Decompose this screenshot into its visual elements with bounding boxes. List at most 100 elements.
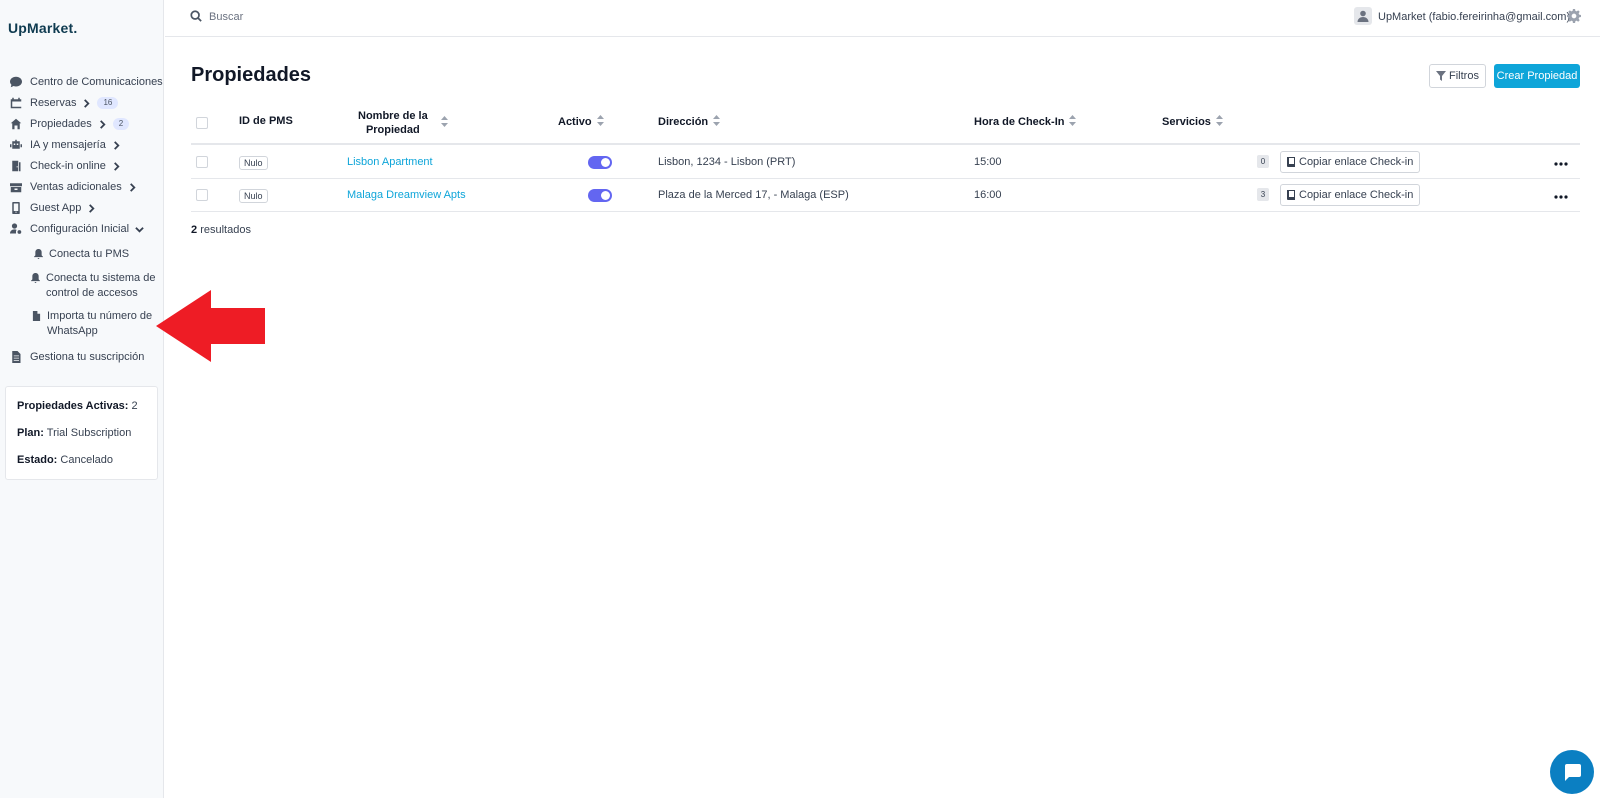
filter-icon bbox=[1436, 71, 1447, 81]
document-icon bbox=[9, 350, 23, 364]
column-header-label: Propiedad bbox=[365, 124, 420, 136]
sidebar-subitem-label: Conecta tu PMS bbox=[49, 248, 130, 260]
property-name-link[interactable]: Lisbon Apartment bbox=[347, 156, 433, 168]
sidebar-item-config[interactable]: Configuración Inicial bbox=[0, 220, 144, 238]
count-badge: 2 bbox=[112, 118, 130, 130]
more-options-icon[interactable] bbox=[1554, 190, 1568, 202]
row-divider bbox=[191, 211, 1580, 212]
sidebar-item-ia[interactable]: IA y mensajería bbox=[0, 136, 121, 154]
copy-checkin-link-button[interactable]: Copiar enlace Check-in bbox=[1280, 151, 1421, 173]
address-cell: Lisbon, 1234 - Lisbon (PRT) bbox=[658, 156, 796, 168]
sidebar-item-label: Centro de Comunicaciones bbox=[30, 76, 163, 88]
sidebar-subitem-label: WhatsApp bbox=[47, 325, 98, 337]
sidebar-subitem-pms[interactable]: Conecta tu PMS bbox=[34, 247, 129, 264]
sidebar-subitem-label: Importa tu número de bbox=[47, 310, 153, 322]
column-header-label: Nombre de la bbox=[358, 110, 428, 122]
chevron-right-icon bbox=[87, 203, 96, 213]
column-header-services[interactable]: Servicios bbox=[1162, 115, 1223, 129]
chevron-down-icon bbox=[135, 225, 144, 234]
book-icon bbox=[1287, 190, 1295, 200]
sidebar-item-label: Ventas adicionales bbox=[30, 181, 122, 193]
copy-checkin-link-label: Copiar enlace Check-in bbox=[1299, 156, 1414, 168]
results-label: resultados bbox=[200, 224, 251, 236]
more-options-icon[interactable] bbox=[1554, 157, 1568, 169]
count-badge: 16 bbox=[97, 97, 119, 109]
active-properties-stat: Propiedades Activas: 2 bbox=[17, 400, 138, 412]
sidebar-item-label: Guest App bbox=[30, 202, 82, 214]
bell-icon bbox=[34, 247, 44, 264]
chevron-right-icon bbox=[82, 98, 91, 108]
services-count: 0 bbox=[1257, 155, 1269, 168]
sidebar-item-communications[interactable]: Centro de Comunicaciones bbox=[0, 73, 163, 91]
pms-id-badge: Nulo bbox=[239, 189, 268, 203]
sidebar-item-ventas[interactable]: Ventas adicionales bbox=[0, 178, 137, 196]
search-icon bbox=[190, 10, 202, 25]
copy-checkin-link-label: Copiar enlace Check-in bbox=[1299, 189, 1414, 201]
mobile-icon bbox=[9, 201, 23, 215]
sidebar-item-subscription[interactable]: Gestiona tu suscripción bbox=[0, 348, 144, 366]
sidebar-item-label: Check-in online bbox=[30, 160, 106, 172]
column-header-address[interactable]: Dirección bbox=[658, 115, 721, 129]
sidebar-item-label: IA y mensajería bbox=[30, 139, 106, 151]
sort-icon bbox=[1211, 115, 1223, 129]
bell-icon bbox=[31, 271, 41, 301]
column-header-label: Dirección bbox=[658, 116, 709, 128]
robot-icon bbox=[9, 138, 23, 152]
status-stat: Estado: Cancelado bbox=[17, 454, 113, 466]
home-icon bbox=[9, 117, 23, 131]
sidebar-item-checkin[interactable]: Check-in online bbox=[0, 157, 121, 175]
chat-icon bbox=[9, 75, 23, 89]
services-count: 3 bbox=[1257, 188, 1269, 201]
sidebar-subitem-access-control[interactable]: Conecta tu sistema de control de accesos bbox=[31, 271, 155, 301]
column-header-pms-id[interactable]: ID de PMS bbox=[239, 115, 293, 127]
sort-icon bbox=[1064, 115, 1077, 129]
column-header-label: Servicios bbox=[1162, 116, 1211, 128]
select-all-checkbox[interactable] bbox=[196, 117, 208, 129]
sidebar-item-label: Propiedades bbox=[30, 118, 92, 130]
box-icon bbox=[9, 180, 23, 194]
chevron-right-icon bbox=[98, 119, 107, 129]
user-avatar-icon[interactable] bbox=[1354, 7, 1372, 25]
plan-stat: Plan: Trial Subscription bbox=[17, 427, 132, 439]
column-header-label: Hora de Check-In bbox=[974, 116, 1065, 128]
app-logo[interactable]: UpMarket. bbox=[8, 20, 77, 36]
row-checkbox[interactable] bbox=[196, 156, 208, 168]
column-header-label: Activo bbox=[558, 116, 592, 128]
subscription-stats-card: Propiedades Activas: 2 Plan: Trial Subsc… bbox=[5, 386, 158, 480]
active-toggle[interactable] bbox=[588, 156, 612, 169]
search-input[interactable] bbox=[209, 9, 509, 25]
copy-checkin-link-button[interactable]: Copiar enlace Check-in bbox=[1280, 184, 1421, 206]
filter-button[interactable]: Filtros bbox=[1429, 64, 1486, 88]
filter-button-label: Filtros bbox=[1449, 70, 1479, 82]
chat-widget-button[interactable] bbox=[1550, 750, 1594, 794]
annotation-arrow bbox=[156, 290, 265, 362]
user-account-name[interactable]: UpMarket (fabio.fereirinha@gmail.com) bbox=[1378, 11, 1570, 23]
door-icon bbox=[9, 159, 23, 173]
sidebar-subitem-label: control de accesos bbox=[46, 287, 138, 299]
sidebar-item-reservas[interactable]: Reservas 16 bbox=[0, 94, 119, 112]
sort-icon bbox=[436, 116, 448, 130]
address-cell: Plaza de la Merced 17, - Malaga (ESP) bbox=[658, 189, 849, 201]
create-property-button[interactable]: Crear Propiedad bbox=[1494, 64, 1580, 88]
file-icon bbox=[32, 309, 42, 339]
row-checkbox[interactable] bbox=[196, 189, 208, 201]
results-count: 2 bbox=[191, 224, 198, 236]
row-divider bbox=[191, 178, 1580, 179]
checkin-time-cell: 16:00 bbox=[974, 189, 1002, 201]
gear-icon[interactable] bbox=[1567, 9, 1581, 26]
sidebar-item-guest-app[interactable]: Guest App bbox=[0, 199, 96, 217]
sidebar-subitem-whatsapp[interactable]: Importa tu número de WhatsApp bbox=[32, 309, 152, 339]
property-name-link[interactable]: Malaga Dreamview Apts bbox=[347, 189, 466, 201]
sidebar-item-propiedades[interactable]: Propiedades 2 bbox=[0, 115, 130, 133]
column-header-active[interactable]: Activo bbox=[558, 115, 604, 129]
sort-icon bbox=[708, 115, 721, 129]
active-toggle[interactable] bbox=[588, 189, 612, 202]
column-header-checkin-time[interactable]: Hora de Check-In bbox=[974, 115, 1077, 129]
top-bar: UpMarket (fabio.fereirinha@gmail.com) bbox=[165, 0, 1600, 37]
chevron-right-icon bbox=[112, 140, 121, 150]
sort-icon bbox=[592, 115, 604, 129]
user-gear-icon bbox=[9, 222, 23, 236]
chevron-right-icon bbox=[112, 161, 121, 171]
column-header-name[interactable]: Nombre de la Propiedad bbox=[358, 109, 448, 137]
sidebar-item-label: Reservas bbox=[30, 97, 77, 109]
